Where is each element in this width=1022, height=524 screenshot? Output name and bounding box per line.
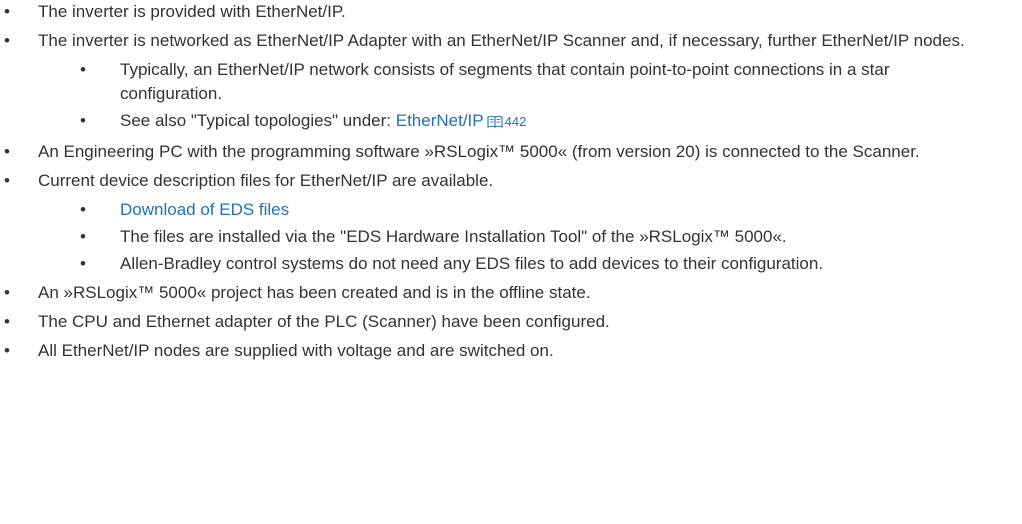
sub-list-item-text: Allen-Bradley control systems do not nee… — [120, 254, 824, 273]
bullet: • — [4, 283, 10, 302]
list-item-text: All EtherNet/IP nodes are supplied with … — [38, 341, 554, 360]
list-item-text: An »RSLogix™ 5000« project has been crea… — [38, 283, 591, 302]
document: • The inverter is provided with EtherNet… — [0, 0, 1022, 363]
sub-list-item-text: See also "Typical topologies" under: — [120, 111, 396, 130]
list-item: • The CPU and Ethernet adapter of the PL… — [0, 310, 1022, 334]
page-reference-link[interactable]: 442 — [505, 114, 527, 129]
bullet: • — [4, 312, 10, 331]
bullet: • — [4, 171, 10, 190]
sub-list-item: • See also "Typical topologies" under: E… — [76, 109, 982, 135]
list-item-text: An Engineering PC with the programming s… — [38, 142, 920, 161]
list-item-text: The inverter is provided with EtherNet/I… — [38, 2, 346, 21]
list-item: • An Engineering PC with the programming… — [0, 140, 1022, 164]
sub-list: • Download of EDS files • The files are … — [38, 198, 982, 276]
list-item-text: The inverter is networked as EtherNet/IP… — [38, 31, 965, 50]
prerequisites-list: • The inverter is provided with EtherNet… — [0, 0, 1022, 363]
sub-list-item: • The files are installed via the "EDS H… — [76, 225, 982, 249]
list-item: • All EtherNet/IP nodes are supplied wit… — [0, 339, 1022, 363]
list-item: • The inverter is networked as EtherNet/… — [0, 29, 1022, 135]
bullet: • — [4, 142, 10, 161]
sub-list-item-text: The files are installed via the "EDS Har… — [120, 227, 787, 246]
bullet: • — [80, 200, 86, 219]
ethernet-ip-link[interactable]: EtherNet/IP — [396, 111, 484, 130]
list-item-text: The CPU and Ethernet adapter of the PLC … — [38, 312, 610, 331]
bullet: • — [4, 31, 10, 50]
bullet: • — [80, 111, 86, 130]
bullet: • — [80, 254, 86, 273]
bullet: • — [4, 2, 10, 21]
list-item: • An »RSLogix™ 5000« project has been cr… — [0, 281, 1022, 305]
book-icon[interactable] — [487, 111, 503, 135]
sub-list: • Typically, an EtherNet/IP network cons… — [38, 58, 982, 135]
bullet: • — [4, 341, 10, 360]
sub-list-item: • Allen-Bradley control systems do not n… — [76, 252, 982, 276]
bullet: • — [80, 60, 86, 79]
sub-list-item-text: Typically, an EtherNet/IP network consis… — [120, 60, 890, 103]
list-item-text: Current device description files for Eth… — [38, 171, 494, 190]
sub-list-item: • Download of EDS files — [76, 198, 982, 222]
download-eds-files-link[interactable]: Download of EDS files — [120, 200, 289, 219]
list-item: • Current device description files for E… — [0, 169, 1022, 276]
list-item: • The inverter is provided with EtherNet… — [0, 0, 1022, 24]
bullet: • — [80, 227, 86, 246]
sub-list-item: • Typically, an EtherNet/IP network cons… — [76, 58, 982, 106]
